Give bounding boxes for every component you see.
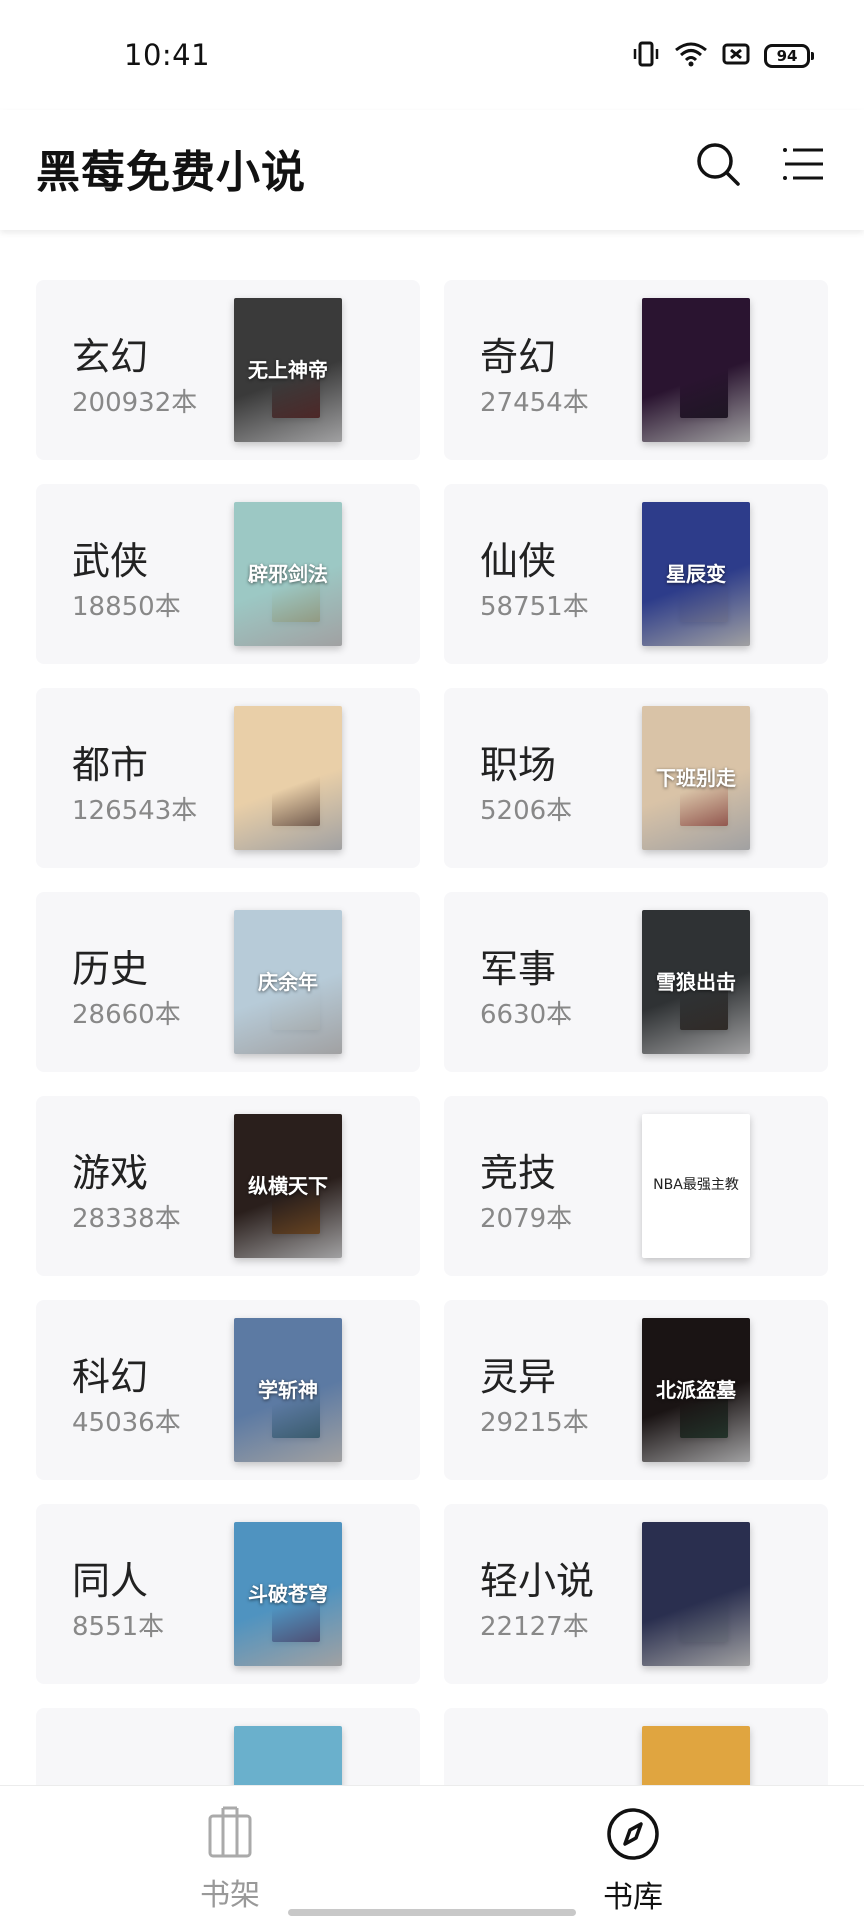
book-cover-title (284, 774, 292, 782)
book-cover-title: 庆余年 (258, 970, 318, 994)
category-count: 200932本 (72, 388, 198, 418)
category-name: 竞技 (480, 1151, 557, 1195)
book-cover-front: 学斩神 (234, 1318, 342, 1462)
category-card[interactable]: 都市 126543本 (36, 688, 420, 868)
category-name: 军事 (480, 947, 557, 991)
category-card[interactable]: 军事 6630本 雪狼出击 (444, 892, 828, 1072)
category-count: 28338本 (72, 1204, 181, 1234)
book-cover-title (692, 1590, 700, 1598)
category-name: 科幻 (72, 1355, 149, 1399)
category-card[interactable]: 科幻 45036本 学斩神 (36, 1300, 420, 1480)
book-cover-front: 北派盗墓 (642, 1318, 750, 1462)
category-count: 27454本 (480, 388, 589, 418)
category-card[interactable]: 同人 8551本 斗破苍穹 (36, 1504, 420, 1684)
category-count: 126543本 (72, 796, 198, 826)
book-cover-front (234, 706, 342, 850)
category-card[interactable]: 灵异 29215本 北派盗墓 (444, 1300, 828, 1480)
category-card[interactable]: 玄幻 200932本 无上神帝 (36, 280, 420, 460)
category-count: 22127本 (480, 1612, 589, 1642)
book-cover-title: 学斩神 (258, 1378, 318, 1402)
category-grid: 玄幻 200932本 无上神帝 奇幻 27454本武侠 18850本 辟邪剑法 仙侠 58751… (36, 280, 828, 1888)
category-count: 28660本 (72, 1000, 181, 1030)
category-name: 同人 (72, 1559, 149, 1603)
search-icon (697, 143, 740, 186)
category-card[interactable]: 仙侠 58751本 星辰变 (444, 484, 828, 664)
app-title: 黑莓免费小说 (36, 147, 306, 198)
book-cover-title: 下班别走 (656, 766, 736, 790)
book-cover-front: 无上神帝 (234, 298, 342, 442)
book-cover-title: 无上神帝 (248, 358, 328, 382)
book-cover-title: 纵横天下 (248, 1174, 328, 1198)
book-cover-front: NBA最强主教 (642, 1114, 750, 1258)
status-time: 10:41 (124, 38, 211, 72)
category-count: 18850本 (72, 592, 181, 622)
app-header: 黑莓免费小说 (0, 110, 864, 230)
wifi-icon (674, 41, 708, 71)
nav-library-label: 书库 (603, 1880, 663, 1915)
compass-icon (607, 1808, 659, 1860)
category-card[interactable]: 竞技 2079本 NBA最强主教 (444, 1096, 828, 1276)
book-cover-title: NBA最强主教 (653, 1177, 739, 1194)
vibrate-icon (632, 40, 660, 72)
book-cover-title: 星辰变 (666, 562, 726, 586)
category-count: 6630本 (480, 1000, 573, 1030)
sim-blocked-icon (722, 42, 750, 70)
book-cover-front: 纵横天下 (234, 1114, 342, 1258)
category-name: 职场 (480, 743, 557, 787)
book-cover-front (642, 298, 750, 442)
search-button[interactable] (686, 132, 750, 196)
category-count: 5206本 (480, 796, 573, 826)
book-cover-front: 雪狼出击 (642, 910, 750, 1054)
bottom-nav: 书架 书库 (0, 1785, 864, 1921)
nav-bookshelf[interactable]: 书架 (170, 1806, 290, 1914)
category-name: 游戏 (72, 1151, 149, 1195)
book-cover-front: 下班别走 (642, 706, 750, 850)
category-name: 都市 (72, 743, 149, 787)
category-name: 历史 (72, 947, 149, 991)
book-cover-front (642, 1522, 750, 1666)
category-name: 灵异 (480, 1355, 557, 1399)
category-card[interactable]: 奇幻 27454本 (444, 280, 828, 460)
category-count: 8551本 (72, 1612, 165, 1642)
book-cover-title: 北派盗墓 (656, 1378, 736, 1402)
home-indicator (288, 1909, 576, 1916)
category-name: 仙侠 (480, 539, 557, 583)
book-cover-title: 斗破苍穹 (248, 1582, 328, 1606)
category-card[interactable]: 武侠 18850本 辟邪剑法 (36, 484, 420, 664)
menu-icon (783, 148, 823, 180)
category-count: 45036本 (72, 1408, 181, 1438)
category-card[interactable]: 轻小说 22127本 (444, 1504, 828, 1684)
book-cover-front: 星辰变 (642, 502, 750, 646)
battery-icon: 94 (764, 44, 814, 68)
book-cover-title (692, 366, 700, 374)
book-cover-front: 辟邪剑法 (234, 502, 342, 646)
status-bar: 10:41 94 (0, 0, 864, 110)
category-count: 2079本 (480, 1204, 573, 1234)
nav-bookshelf-label: 书架 (200, 1878, 260, 1913)
menu-button[interactable] (772, 132, 836, 196)
category-count: 58751本 (480, 592, 589, 622)
category-card[interactable]: 游戏 28338本 纵横天下 (36, 1096, 420, 1276)
status-icons: 94 (632, 40, 814, 72)
category-card[interactable]: 历史 28660本 庆余年 (36, 892, 420, 1072)
book-cover-title: 辟邪剑法 (248, 562, 328, 586)
category-name: 玄幻 (72, 335, 149, 379)
category-name: 轻小说 (480, 1559, 595, 1603)
nav-library[interactable]: 书库 (573, 1806, 693, 1916)
book-cover-front: 庆余年 (234, 910, 342, 1054)
category-card[interactable]: 职场 5206本 下班别走 (444, 688, 828, 868)
category-name: 奇幻 (480, 335, 557, 379)
category-count: 29215本 (480, 1408, 589, 1438)
bookshelf-icon (208, 1806, 252, 1858)
book-cover-title: 雪狼出击 (656, 970, 736, 994)
book-cover-front: 斗破苍穹 (234, 1522, 342, 1666)
category-name: 武侠 (72, 539, 149, 583)
